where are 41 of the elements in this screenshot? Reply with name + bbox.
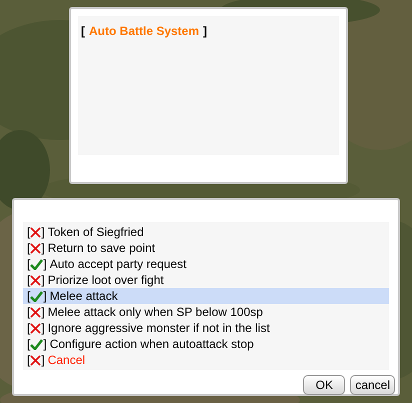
bracket: [ <box>27 336 30 353</box>
bracket: ] <box>41 352 45 369</box>
option-label: Auto accept party request <box>50 256 186 273</box>
bracket: [ <box>27 352 30 369</box>
bracket: [ <box>27 256 30 273</box>
option-label: Configure action when autoattack stop <box>50 336 254 353</box>
cancel-button[interactable]: cancel <box>350 375 395 395</box>
option-row[interactable]: [ ] Ignore aggressive monster if not in the list <box>23 320 389 336</box>
option-row[interactable]: [ ] Token of Siegfried <box>23 224 389 240</box>
option-row[interactable]: [ ] Melee attack only when SP below 100sp <box>23 304 389 320</box>
bracket: [ <box>27 272 30 289</box>
bracket: ] <box>43 336 47 353</box>
option-row[interactable]: [ ] Melee attack <box>23 288 389 304</box>
bracket: ] <box>41 272 45 289</box>
bracket: ] <box>41 320 45 337</box>
bracket: [ <box>27 240 30 257</box>
bracket: [ <box>27 288 30 305</box>
bracket: ] <box>43 288 47 305</box>
bracket: [ <box>27 304 30 321</box>
option-row[interactable]: [ ] Priorize loot over fight <box>23 272 389 288</box>
bracket: ] <box>43 256 47 273</box>
bracket: ] <box>41 240 45 257</box>
option-label: Priorize loot over fight <box>48 272 164 289</box>
option-label: Melee attack only when SP below 100sp <box>48 304 263 321</box>
window-title: Auto Battle System <box>89 23 200 40</box>
option-label: Melee attack <box>50 288 118 305</box>
option-row[interactable]: [ ] Cancel <box>23 352 389 368</box>
option-row[interactable]: [ ] Return to save point <box>23 240 389 256</box>
option-label: Token of Siegfried <box>48 224 144 241</box>
bracket: [ <box>27 224 30 241</box>
option-label: Return to save point <box>48 240 156 257</box>
option-row[interactable]: [ ] Auto accept party request <box>23 256 389 272</box>
cancel-label: Cancel <box>48 352 86 369</box>
ok-button[interactable]: OK <box>303 375 346 395</box>
bracket: ] <box>41 304 45 321</box>
bracket: ] <box>41 224 45 241</box>
option-label: Ignore aggressive monster if not in the list <box>48 320 270 337</box>
bracket: [ <box>27 320 30 337</box>
option-row[interactable]: [ ] Configure action when autoattack stop <box>23 336 389 352</box>
bracket: [ <box>81 23 85 40</box>
bracket: ] <box>203 23 208 40</box>
